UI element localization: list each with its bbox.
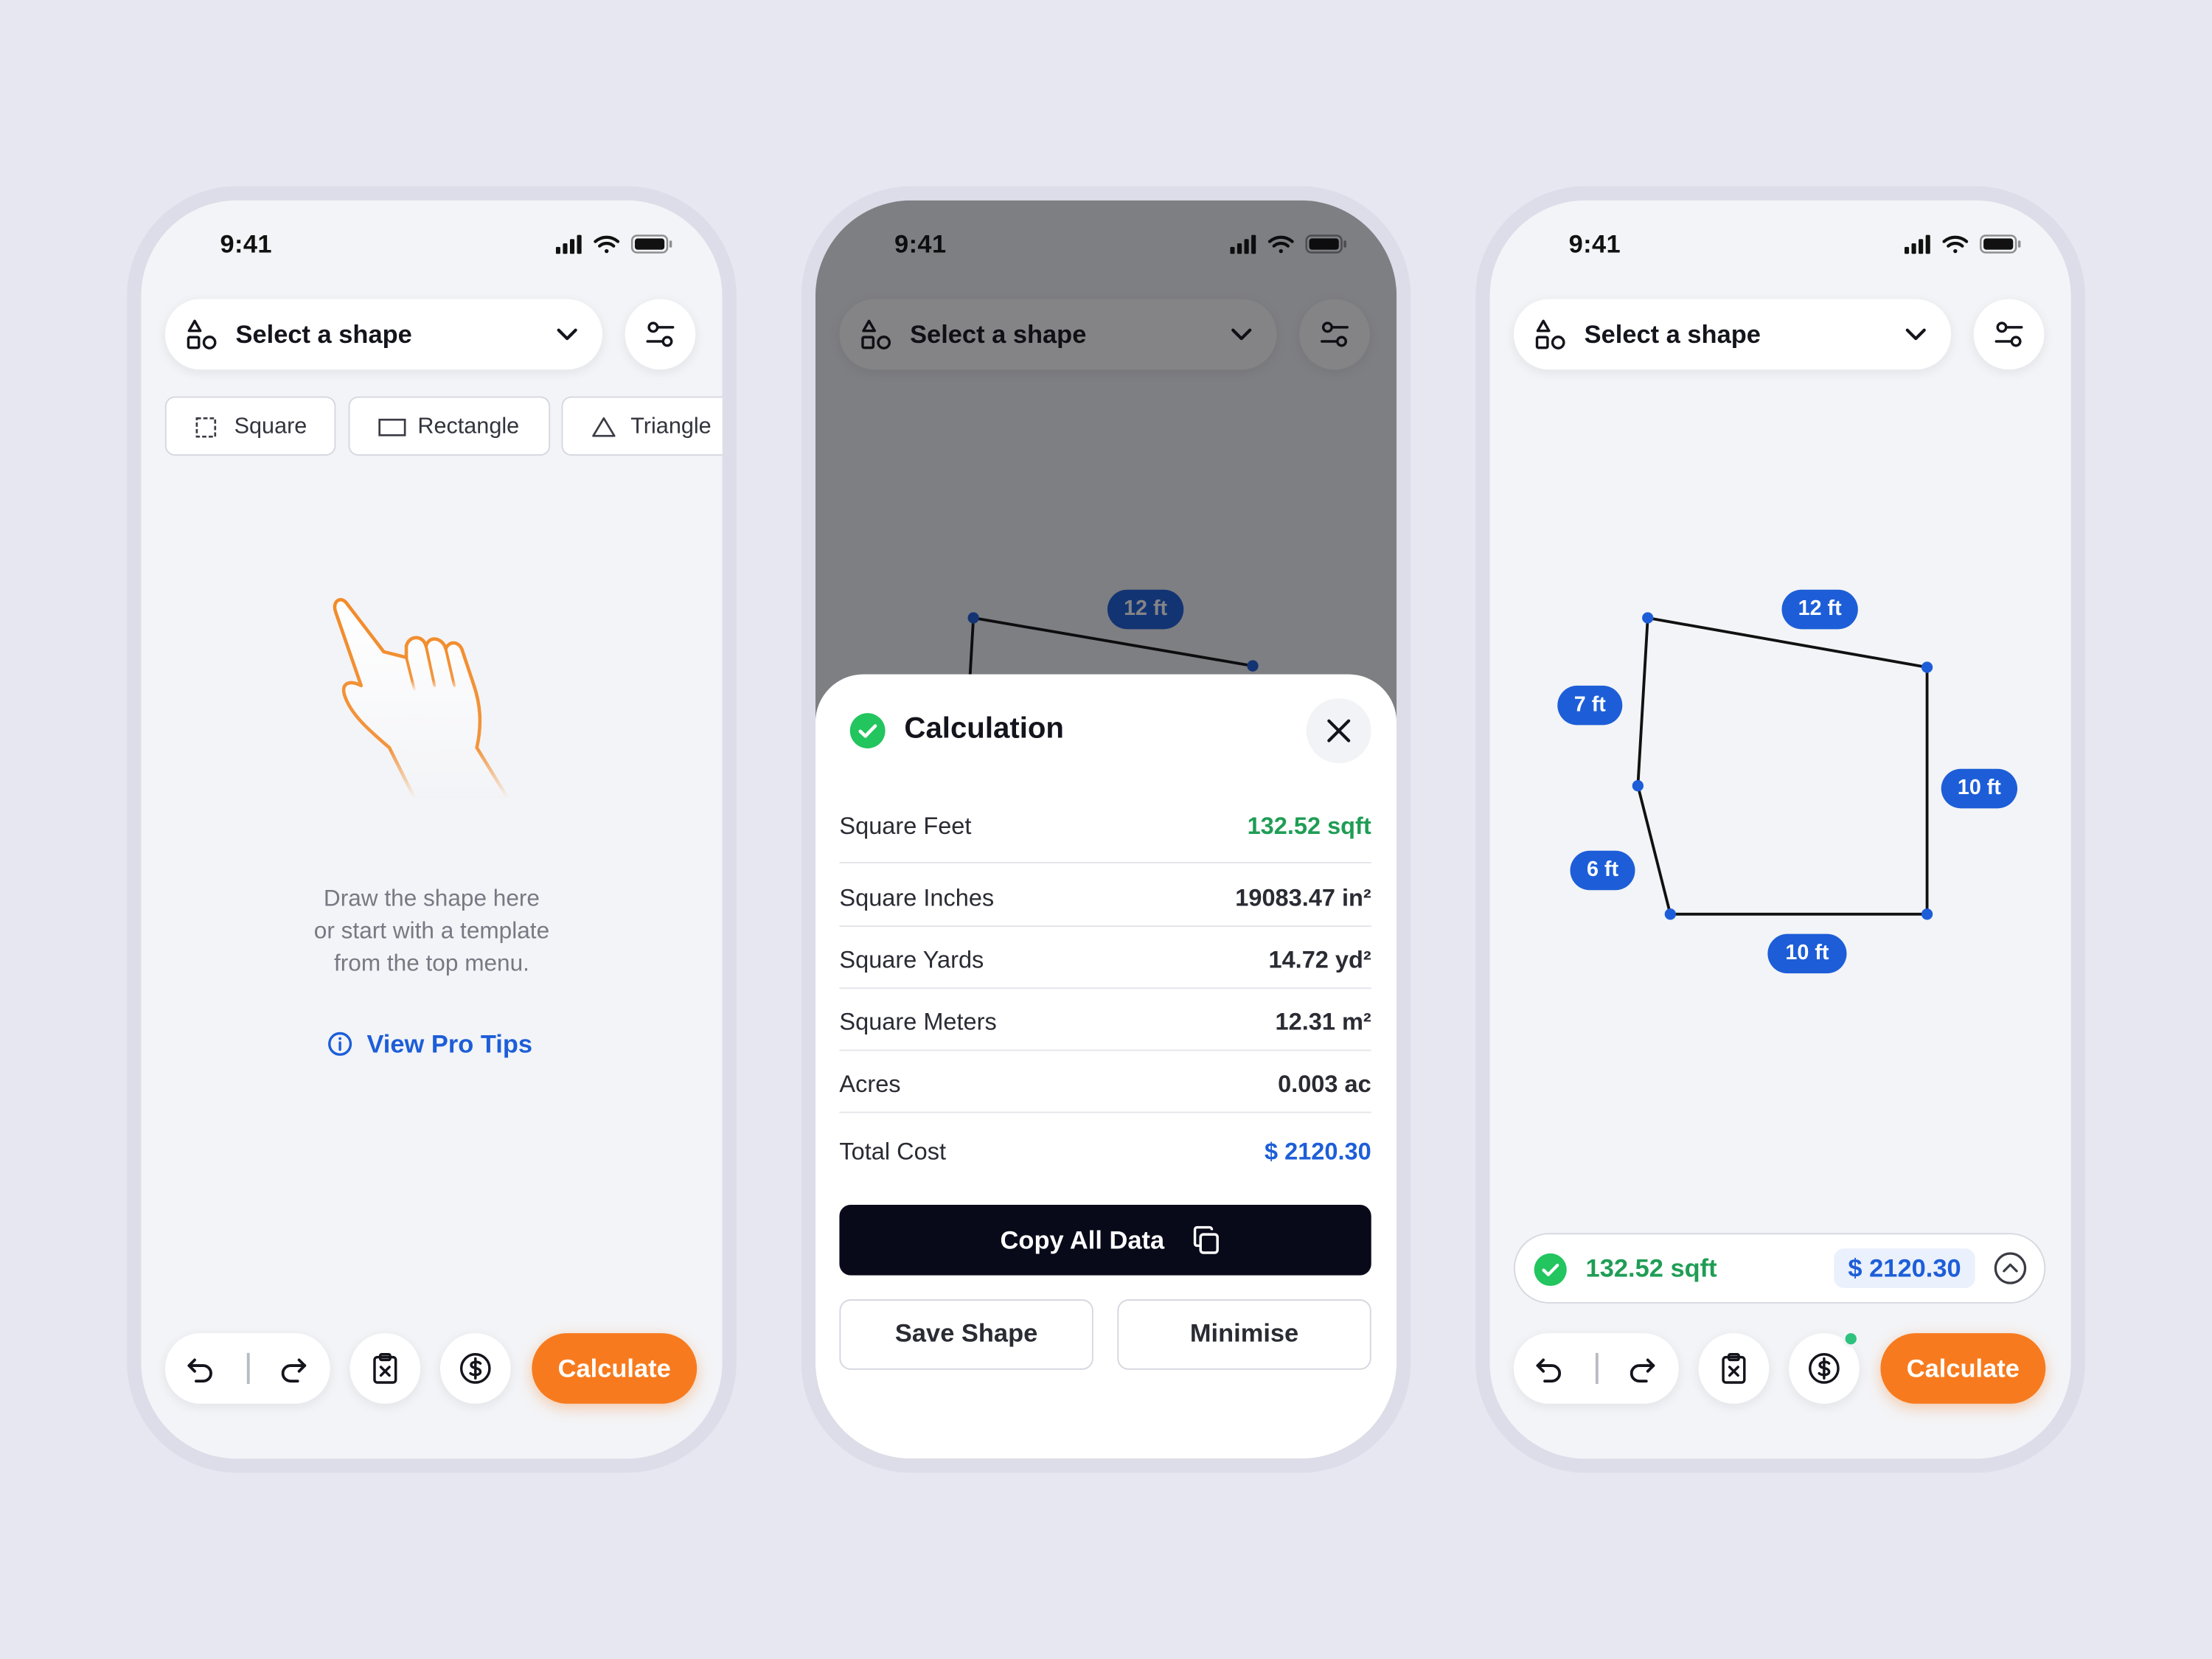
triangle-icon xyxy=(592,417,616,437)
summary-area: 132.52 sqft xyxy=(1585,1253,1717,1283)
notification-dot xyxy=(1842,1330,1860,1348)
result-value: $ 2120.30 xyxy=(1265,1138,1371,1166)
vertex-handle xyxy=(1642,612,1654,624)
result-row-total-cost: Total Cost $ 2120.30 xyxy=(839,1120,1371,1182)
copy-label: Copy All Data xyxy=(1000,1225,1165,1254)
edge-length-badge-upper-left[interactable]: 7 ft xyxy=(1557,685,1623,726)
undo-icon[interactable] xyxy=(185,1353,216,1384)
result-row-square-inches: Square Inches 19083.47 in² xyxy=(839,865,1371,928)
copy-icon xyxy=(1193,1225,1219,1254)
chevron-up-circle-icon[interactable] xyxy=(1993,1251,2027,1285)
settings-button[interactable] xyxy=(625,299,696,370)
save-shape-button[interactable]: Save Shape xyxy=(839,1299,1093,1370)
redo-icon[interactable] xyxy=(1627,1353,1658,1384)
vertex-handle xyxy=(1664,908,1677,920)
chip-label: Triangle xyxy=(630,414,712,439)
result-value: 19083.47 in² xyxy=(1235,884,1371,911)
undo-icon[interactable] xyxy=(1534,1353,1565,1384)
template-chip-rectangle[interactable]: Rectangle xyxy=(348,396,551,456)
wifi-icon xyxy=(594,235,620,254)
sliders-icon xyxy=(646,321,675,347)
cost-button[interactable] xyxy=(439,1333,511,1404)
close-button[interactable] xyxy=(1306,698,1371,764)
calculate-button[interactable]: Calculate xyxy=(1880,1333,2046,1404)
result-value: 132.52 sqft xyxy=(1247,813,1371,840)
check-circle-icon xyxy=(1534,1253,1567,1287)
result-label: Square Meters xyxy=(839,1009,997,1036)
phone-calculation-sheet: 9:41 Select a shape xyxy=(815,200,1397,1459)
divider xyxy=(246,1352,249,1384)
result-row-acres: Acres 0.003 ac xyxy=(839,1051,1371,1113)
hand-pointer-illustration xyxy=(333,598,510,801)
battery-icon xyxy=(630,234,672,254)
result-row-square-meters: Square Meters 12.31 m² xyxy=(839,989,1371,1051)
clear-button[interactable] xyxy=(349,1333,421,1404)
clear-button[interactable] xyxy=(1698,1333,1770,1404)
phone-empty-state: 9:41 Select a shape Square Rectangle Tri… xyxy=(141,200,723,1459)
divider xyxy=(1595,1352,1598,1384)
result-value: 12.31 m² xyxy=(1275,1009,1371,1036)
result-label: Square Yards xyxy=(839,946,984,974)
shapes-icon xyxy=(187,319,217,349)
dropdown-label: Select a shape xyxy=(235,320,412,349)
copy-all-data-button[interactable]: Copy All Data xyxy=(839,1204,1371,1276)
chip-label: Rectangle xyxy=(417,414,520,439)
edge-length-badge-bottom[interactable]: 10 ft xyxy=(1767,933,1847,974)
edge-length-badge-right[interactable]: 10 ft xyxy=(1941,768,2018,809)
signal-icon xyxy=(555,234,582,254)
vertex-handle xyxy=(1632,780,1644,792)
clipboard-x-icon xyxy=(373,1353,397,1384)
result-row-square-feet: Square Feet 132.52 sqft xyxy=(839,796,1371,863)
result-label: Acres xyxy=(839,1071,901,1098)
dollar-icon xyxy=(459,1353,491,1384)
scene: 9:41 Select a shape Square Rectangle Tri… xyxy=(0,0,2212,1659)
square-icon xyxy=(195,417,217,438)
check-circle-icon xyxy=(849,713,886,749)
status-icons xyxy=(555,234,672,254)
result-label: Square Feet xyxy=(839,813,972,840)
rectangle-icon xyxy=(378,418,406,437)
template-chip-square[interactable]: Square xyxy=(164,396,336,456)
redo-icon[interactable] xyxy=(278,1353,309,1384)
summary-cost: $ 2120.30 xyxy=(1834,1248,1975,1288)
status-time: 9:41 xyxy=(220,229,272,259)
info-icon xyxy=(328,1032,352,1056)
template-chip-triangle[interactable]: Triangle xyxy=(561,396,723,456)
chevron-down-icon xyxy=(557,328,577,341)
result-row-square-yards: Square Yards 14.72 yd² xyxy=(839,927,1371,990)
pro-tips-label: View Pro Tips xyxy=(366,1029,533,1058)
minimise-button[interactable]: Minimise xyxy=(1117,1299,1371,1370)
result-value: 0.003 ac xyxy=(1278,1071,1371,1098)
clipboard-x-icon xyxy=(1722,1353,1746,1384)
result-value: 14.72 yd² xyxy=(1268,946,1371,974)
vertex-handle xyxy=(1921,908,1933,920)
sheet-title: Calculation xyxy=(904,712,1064,745)
undo-redo-group xyxy=(164,1333,330,1404)
empty-state-hint: Draw the shape here or start with a temp… xyxy=(141,883,722,981)
edge-length-badge-lower-left[interactable]: 6 ft xyxy=(1570,850,1635,891)
result-label: Square Inches xyxy=(839,884,995,911)
shape-dropdown[interactable]: Select a shape xyxy=(164,299,602,370)
result-label: Total Cost xyxy=(839,1138,947,1166)
phone-drawn-shape: 9:41 Select a shape 12 ft 7 ft 10 ft 6 f… xyxy=(1489,200,2071,1459)
undo-redo-group xyxy=(1513,1333,1679,1404)
calculate-button[interactable]: Calculate xyxy=(532,1333,698,1404)
vertex-handle xyxy=(1921,661,1933,673)
dollar-icon xyxy=(1809,1353,1840,1384)
result-summary-bar[interactable]: 132.52 sqft $ 2120.30 xyxy=(1513,1233,2046,1304)
hint-line: or start with a template xyxy=(313,918,550,944)
hint-line: Draw the shape here xyxy=(323,886,540,911)
edge-length-badge-top[interactable]: 12 ft xyxy=(1781,589,1858,630)
chip-label: Square xyxy=(234,414,307,439)
close-icon xyxy=(1327,719,1351,742)
hint-line: from the top menu. xyxy=(333,950,529,977)
